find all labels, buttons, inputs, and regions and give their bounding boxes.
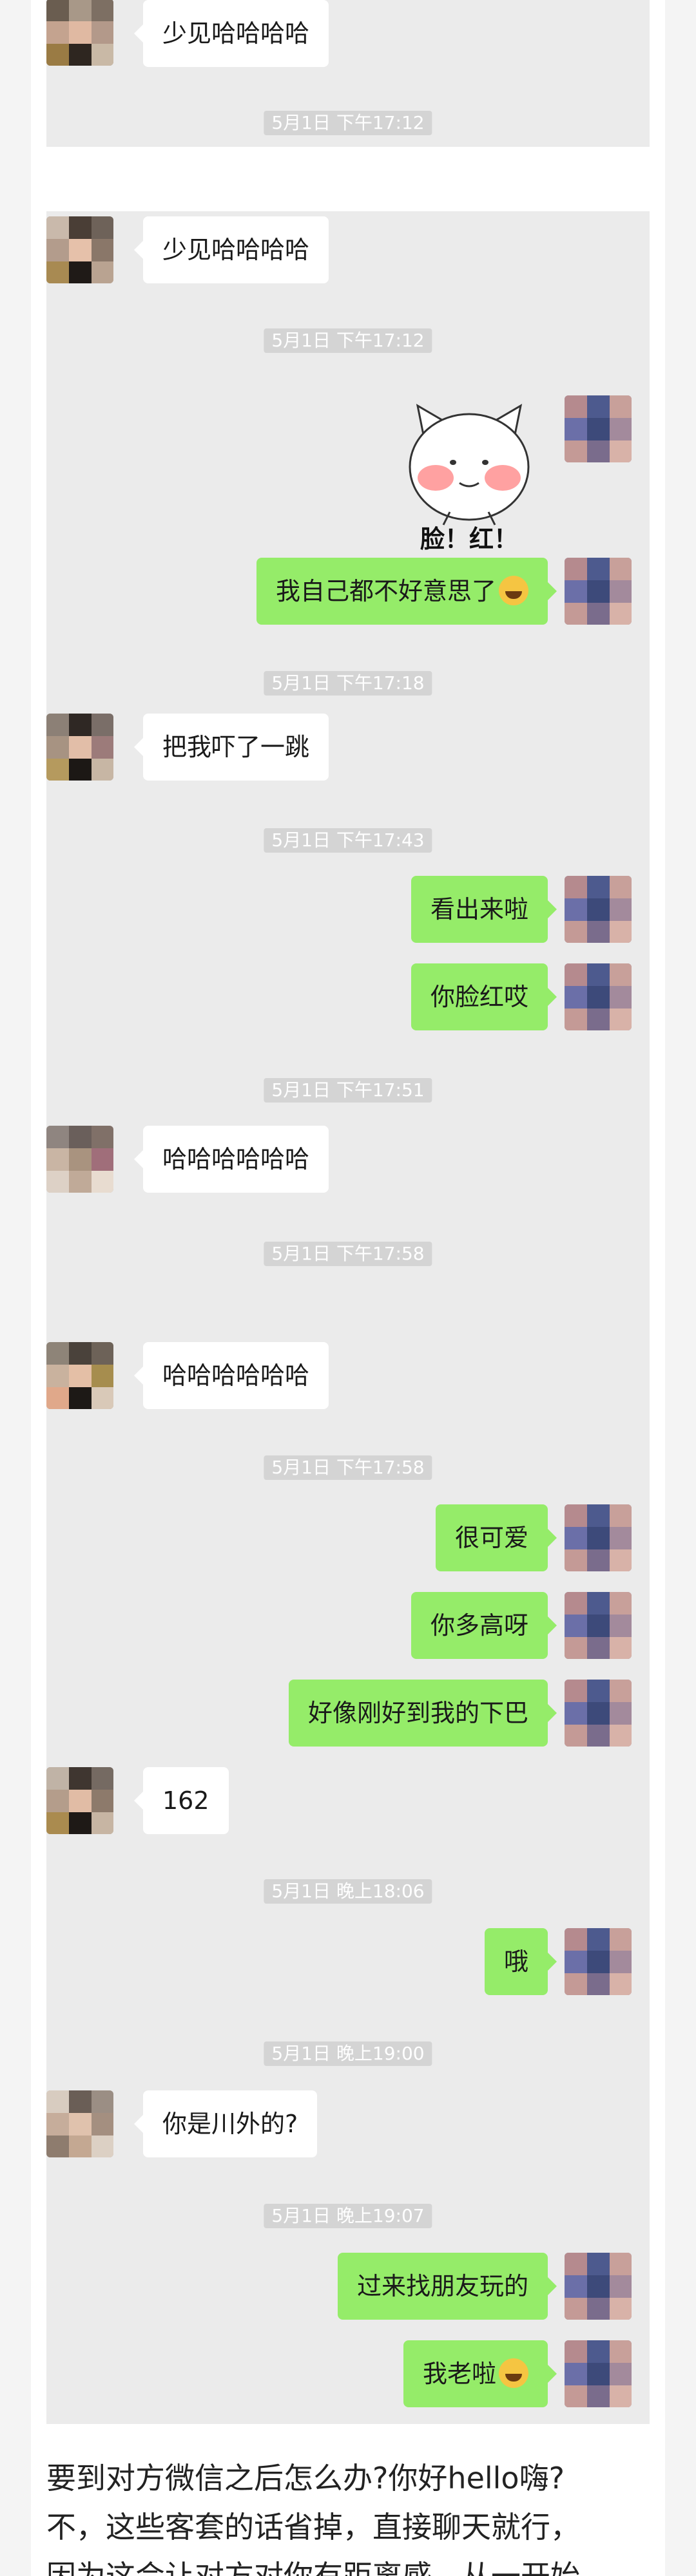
my-avatar-pixelated <box>565 1504 632 1571</box>
my-avatar-pixelated <box>565 963 632 1030</box>
timestamp: 5月1日 下午17:18 <box>264 671 432 696</box>
my-avatar-pixelated <box>565 2340 632 2407</box>
article-line: 因为这会让对方对你有距离感，从一开始 <box>46 2559 580 2576</box>
my-avatar-pixelated <box>565 876 632 943</box>
incoming-message[interactable]: 哈哈哈哈哈哈 <box>133 1126 329 1193</box>
chat-screenshot-3: 哈哈哈哈哈哈 5月1日 下午17:58 很可爱 你多高呀 好像刚好到我的下巴 1… <box>46 1342 650 2424</box>
my-avatar-pixelated <box>565 1680 632 1747</box>
timestamp: 5月1日 晚上19:07 <box>264 2204 432 2228</box>
chat-screenshot-1: 少见哈哈哈哈 5月1日 下午17:12 <box>46 0 650 147</box>
timestamp: 5月1日 下午17:58 <box>264 1455 432 1480</box>
contact-avatar-pixelated <box>46 714 113 781</box>
outgoing-message[interactable]: 我自己都不好意思了 <box>256 558 557 625</box>
contact-avatar-pixelated <box>46 1342 113 1409</box>
contact-avatar-pixelated <box>46 0 113 66</box>
incoming-message[interactable]: 哈哈哈哈哈哈 <box>133 1342 329 1409</box>
incoming-message[interactable]: 162 <box>134 1767 229 1834</box>
timestamp: 5月1日 晚上19:00 <box>264 2041 432 2066</box>
outgoing-message[interactable]: 你脸红哎 <box>411 963 557 1030</box>
timestamp: 5月1日 下午17:51 <box>264 1078 432 1103</box>
message-text: 我自己都不好意思了 <box>275 577 496 605</box>
my-avatar-pixelated <box>565 1928 632 1995</box>
outgoing-message[interactable]: 我老啦 <box>403 2340 557 2407</box>
outgoing-message[interactable]: 好像刚好到我的下巴 <box>288 1680 557 1747</box>
outgoing-message[interactable]: 哦 <box>484 1928 557 1995</box>
timestamp: 5月1日 下午17:58 <box>264 1242 432 1266</box>
chat-screenshot-2: 少见哈哈哈哈 5月1日 下午17:12 脸！红！ 我自己都不好意思了 5月1日 … <box>46 211 650 1368</box>
outgoing-message[interactable]: 看出来啦 <box>411 876 557 943</box>
blushing-face-sticker[interactable]: 脸！红！ <box>398 393 540 554</box>
timestamp: 5月1日 下午17:43 <box>264 828 432 853</box>
contact-avatar-pixelated <box>46 1126 113 1193</box>
my-avatar-pixelated <box>565 395 632 462</box>
article-line: 不，这些客套的话省掉，直接聊天就行， <box>46 2510 580 2544</box>
incoming-message[interactable]: 把我吓了一跳 <box>133 714 329 781</box>
article-text: 要到对方微信之后怎么办?你好hello嗨? 不，这些客套的话省掉，直接聊天就行，… <box>46 2454 650 2576</box>
laughing-emoji-icon <box>499 575 528 605</box>
laughing-emoji-icon <box>499 2358 528 2388</box>
message-text: 我老啦 <box>422 2360 496 2388</box>
outgoing-message[interactable]: 很可爱 <box>435 1504 557 1571</box>
my-avatar-pixelated <box>565 1592 632 1659</box>
outgoing-message[interactable]: 你多高呀 <box>411 1592 557 1659</box>
contact-avatar-pixelated <box>46 216 113 283</box>
contact-avatar-pixelated <box>46 1767 113 1834</box>
timestamp: 5月1日 下午17:12 <box>264 111 432 135</box>
timestamp: 5月1日 下午17:12 <box>264 328 432 353</box>
outgoing-message[interactable]: 过来找朋友玩的 <box>337 2253 557 2320</box>
incoming-message[interactable]: 你是川外的? <box>133 2090 318 2157</box>
my-avatar-pixelated <box>565 2253 632 2320</box>
page-content: 少见哈哈哈哈 5月1日 下午17:12 少见哈哈哈哈 5月1日 下午17:12 <box>31 0 665 2576</box>
incoming-message[interactable]: 少见哈哈哈哈 <box>133 216 329 283</box>
my-avatar-pixelated <box>565 558 632 625</box>
incoming-message[interactable]: 少见哈哈哈哈 <box>133 0 329 67</box>
sticker-caption: 脸！红！ <box>420 525 518 553</box>
timestamp: 5月1日 晚上18:06 <box>264 1879 432 1904</box>
contact-avatar-pixelated <box>46 2090 113 2157</box>
article-line: 要到对方微信之后怎么办?你好hello嗨? <box>46 2461 565 2496</box>
